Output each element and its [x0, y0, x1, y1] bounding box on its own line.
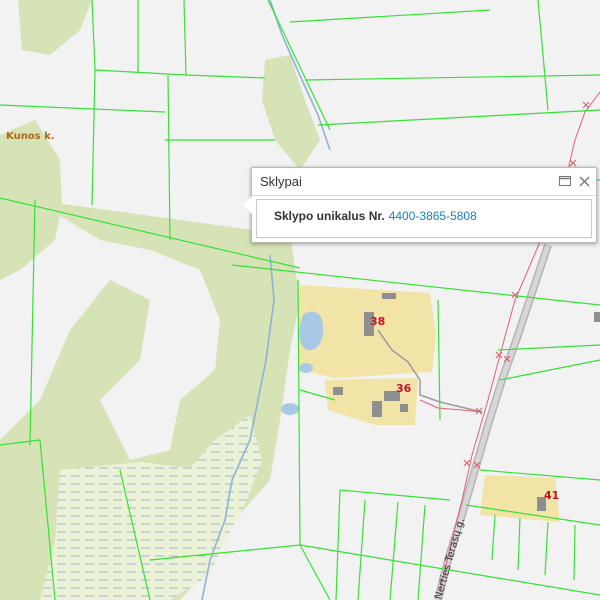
- parcel-id-link[interactable]: 4400-3865-5808: [389, 209, 477, 223]
- parcel-id-label: Sklypo unikalus Nr.: [274, 209, 385, 223]
- house-number[interactable]: 38: [370, 315, 385, 328]
- house-number[interactable]: 41: [544, 489, 559, 502]
- popup-header: Sklypai: [252, 168, 596, 196]
- maximize-icon[interactable]: [558, 174, 572, 188]
- parcel-id-row: Sklypo unikalus Nr. 4400-3865-5808: [274, 209, 477, 223]
- village-label: Kunos k.: [6, 131, 55, 142]
- close-icon[interactable]: [577, 174, 591, 188]
- parcel-info-popup[interactable]: Sklypai Sklypo unikalus Nr. 4400-3865-580…: [243, 167, 597, 243]
- map-canvas[interactable]: Kunos k. 38 36 41 Nerties Terasų g.: [0, 0, 600, 600]
- popup-pointer: [243, 196, 252, 214]
- popup-title: Sklypai: [260, 174, 302, 189]
- popup-content: Sklypo unikalus Nr. 4400-3865-5808: [256, 199, 592, 238]
- house-number[interactable]: 36: [396, 382, 412, 395]
